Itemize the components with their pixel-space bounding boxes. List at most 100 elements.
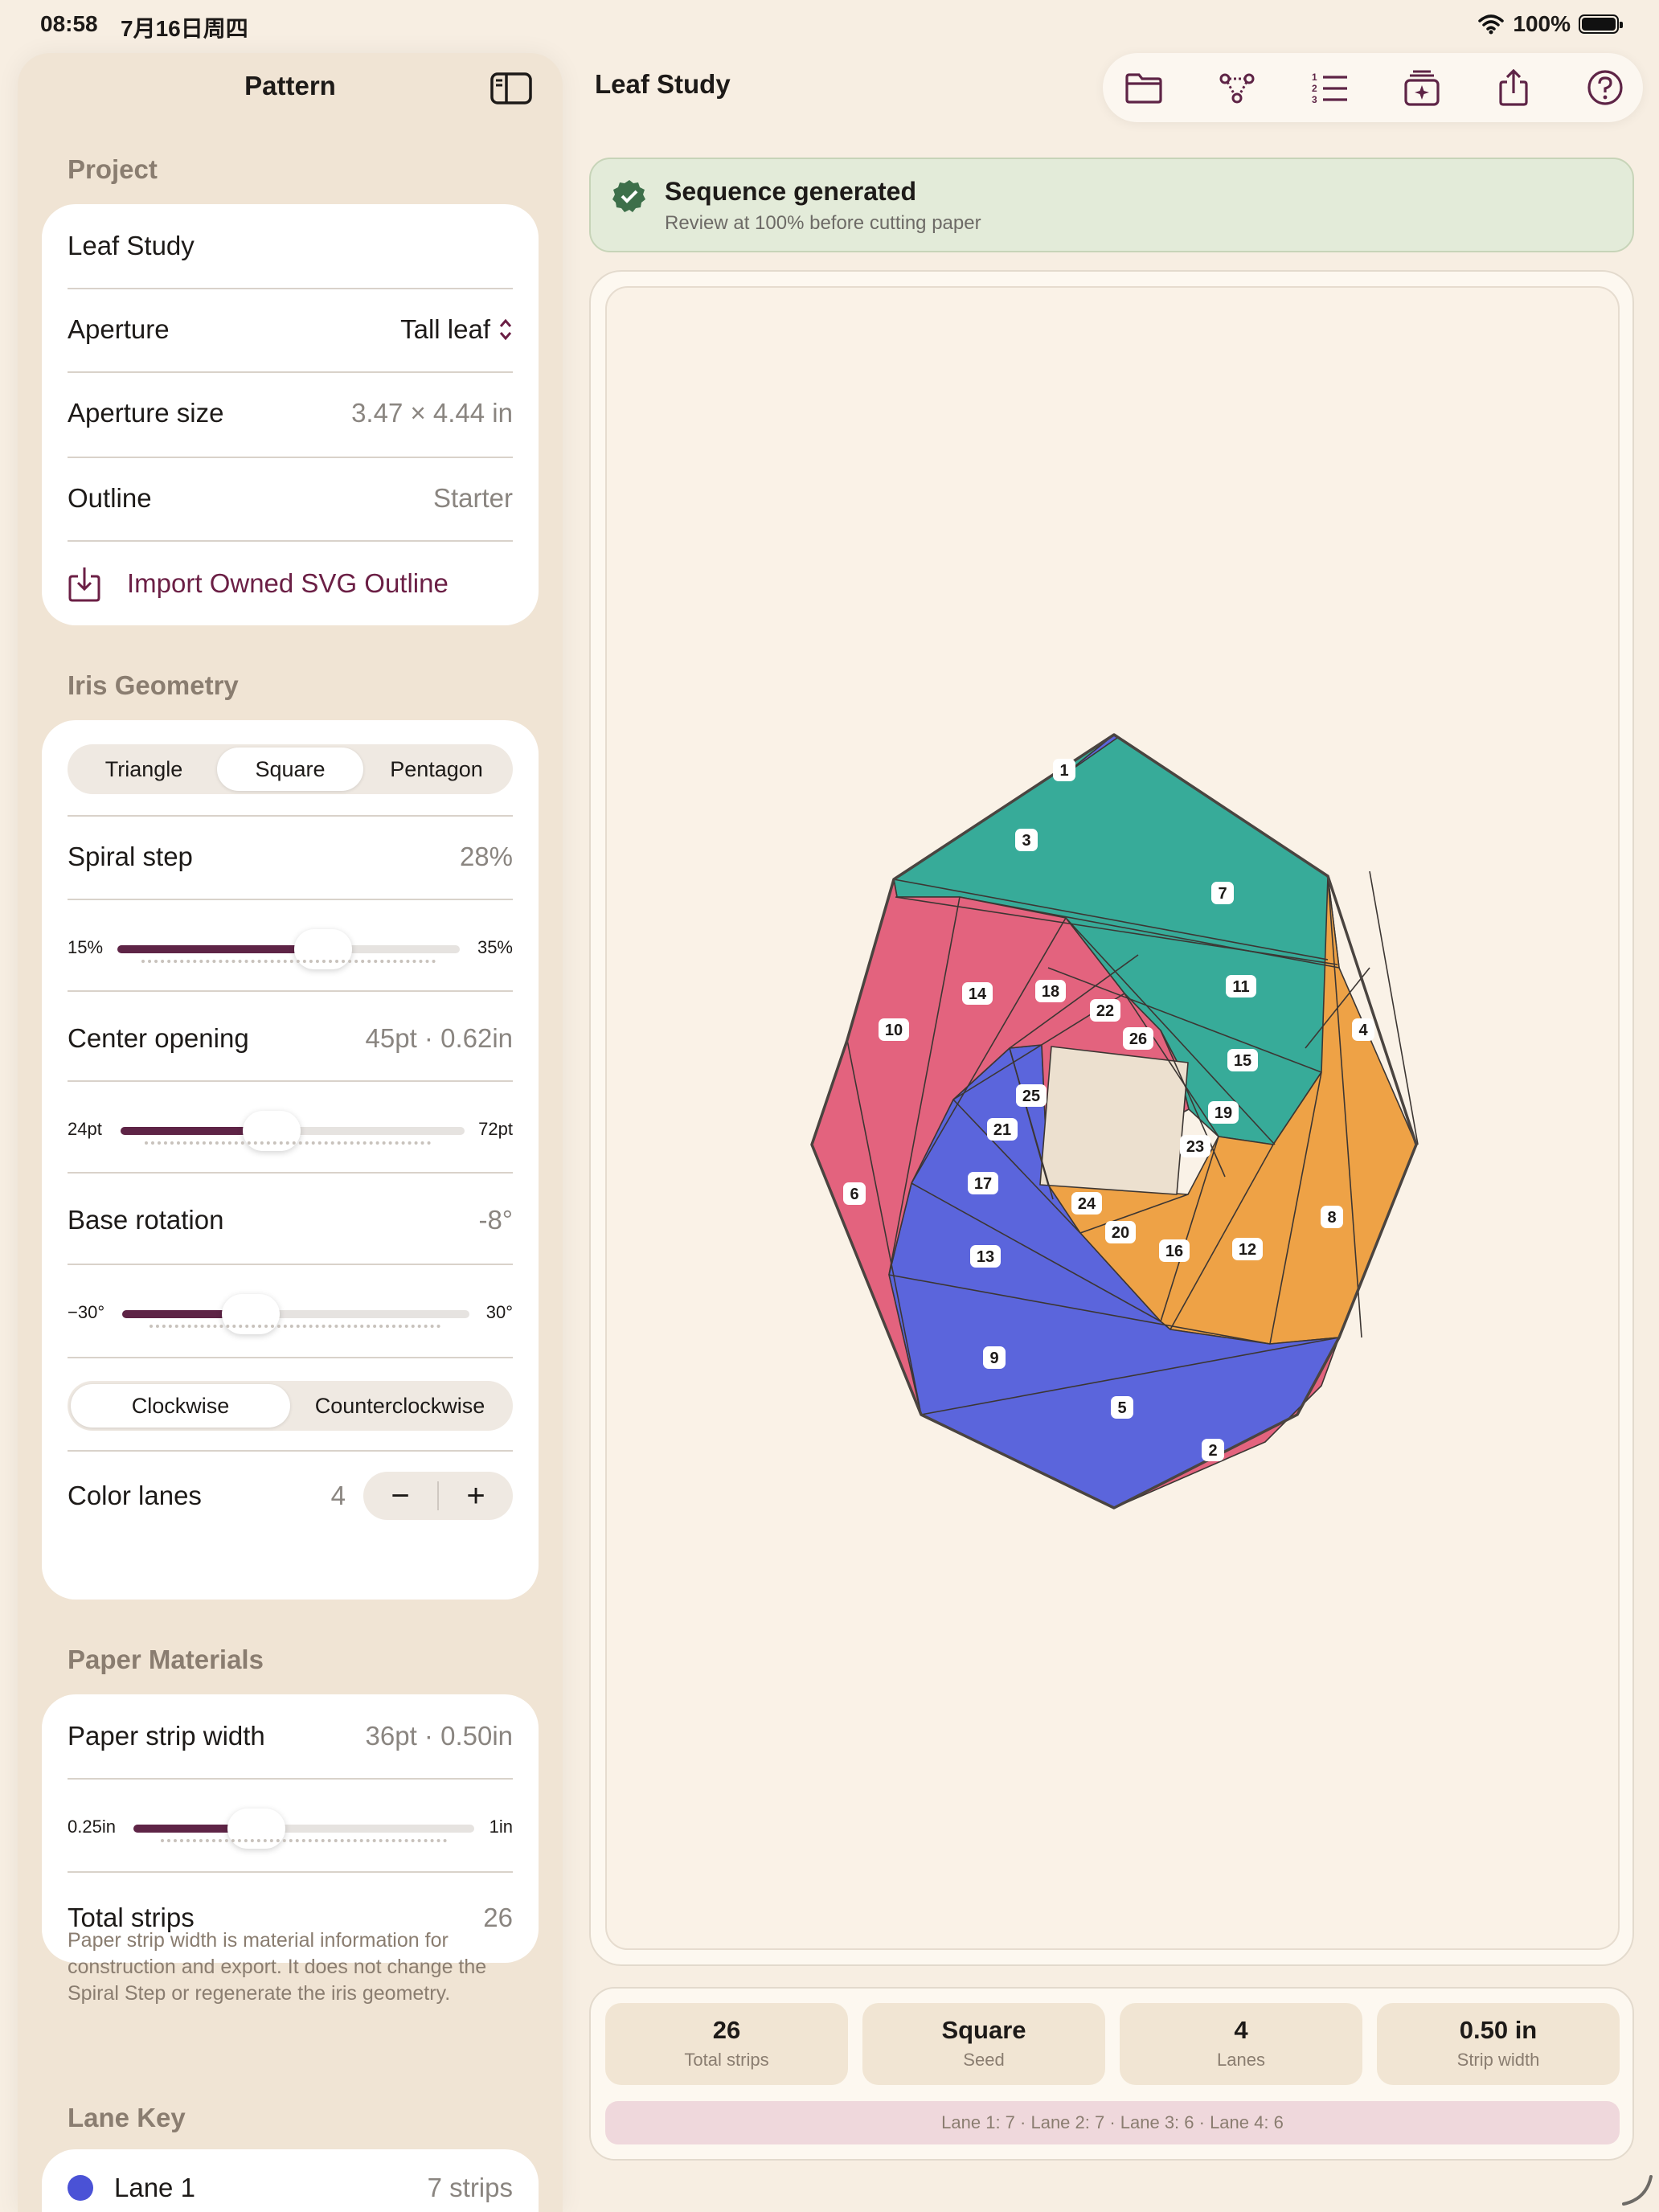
badge-label: 13	[977, 1248, 994, 1266]
paper-materials-section-header: Paper Materials	[68, 1645, 264, 1674]
sidebar-toggle-icon[interactable]	[490, 72, 532, 104]
divider	[68, 1357, 513, 1358]
strip-number-badge[interactable]: 26	[1123, 1027, 1153, 1050]
strip-number-badge[interactable]: 11	[1226, 975, 1256, 997]
spiral-step-row: Spiral step 28%	[68, 834, 513, 879]
badge-label: 1	[1059, 762, 1068, 780]
pattern-canvas: 1 2 3 4 5 6 7 8 9 10 11 12 13 14 15 16 17 18 19 20 21 22 23 24 2…	[589, 270, 1634, 1966]
direction-segmented-control[interactable]: Clockwise Counterclockwise	[68, 1381, 513, 1431]
sparkle-stack-icon[interactable]	[1402, 69, 1442, 106]
slider-knob[interactable]	[293, 929, 352, 969]
lane-label: Lane 1	[114, 2173, 195, 2202]
color-lanes-stepper[interactable]: − +	[363, 1472, 513, 1520]
strip-number-badge[interactable]: 20	[1105, 1221, 1136, 1243]
strip-number-badge[interactable]: 15	[1227, 1049, 1258, 1071]
verified-check-icon	[612, 180, 645, 212]
nodes-icon[interactable]	[1217, 69, 1257, 106]
direction-option-counterclockwise[interactable]: Counterclockwise	[290, 1384, 510, 1428]
strip-number-badge[interactable]: 12	[1232, 1238, 1263, 1260]
aperture-row[interactable]: Aperture Tall leaf	[68, 307, 513, 352]
strip-number-badge[interactable]: 21	[987, 1118, 1018, 1141]
divider	[68, 371, 513, 373]
strip-number-badge[interactable]: 16	[1159, 1239, 1190, 1262]
color-lanes-row: Color lanes 4 − +	[68, 1469, 513, 1522]
center-opening-slider[interactable]: 24pt 72pt	[68, 1106, 513, 1154]
banner-subtitle: Review at 100% before cutting paper	[665, 212, 981, 234]
spiral-step-min: 15%	[68, 937, 104, 957]
slider-knob[interactable]	[221, 1294, 280, 1334]
base-rotation-row: Base rotation -8°	[68, 1198, 513, 1243]
numbered-list-icon[interactable]: 123	[1310, 69, 1350, 106]
paper-materials-card: Paper strip width 36pt · 0.50in 0.25in 1…	[42, 1694, 539, 1963]
badge-label: 20	[1112, 1224, 1129, 1242]
iris-pattern[interactable]: 1234567891011121314151617181920212223242…	[607, 288, 1621, 1952]
stat-seed: Square Seed	[862, 2003, 1105, 2085]
badge-label: 17	[974, 1175, 992, 1193]
divider	[68, 1778, 513, 1780]
status-right: 100%	[1477, 11, 1623, 37]
divider	[68, 899, 513, 900]
decrement-button[interactable]: −	[363, 1472, 437, 1520]
slider-track	[133, 1809, 474, 1849]
base-rotation-min: −30°	[68, 1302, 105, 1322]
chevron-updown-icon	[499, 318, 512, 341]
strip-number-badge[interactable]: 25	[1016, 1084, 1047, 1107]
strip-number-badge[interactable]: 8	[1321, 1206, 1343, 1228]
help-icon[interactable]	[1585, 69, 1625, 106]
shape-option-square[interactable]: Square	[217, 748, 363, 791]
strip-number-badge[interactable]: 24	[1071, 1192, 1102, 1215]
iris-geometry-section-header: Iris Geometry	[68, 670, 239, 700]
strip-number-badge[interactable]: 2	[1202, 1439, 1224, 1461]
folder-icon[interactable]	[1124, 69, 1164, 106]
strip-number-badge[interactable]: 17	[968, 1172, 998, 1194]
slider-knob[interactable]	[227, 1809, 285, 1849]
strip-number-badge[interactable]: 9	[983, 1346, 1006, 1369]
shape-option-triangle[interactable]: Triangle	[71, 748, 217, 791]
lane-key-item: Lane 1 7 strips	[68, 2165, 513, 2210]
badge-label: 21	[993, 1121, 1011, 1139]
aperture-select[interactable]: Tall leaf	[400, 314, 513, 345]
strip-number-badge[interactable]: 22	[1090, 999, 1120, 1022]
strip-number-badge[interactable]: 18	[1035, 980, 1066, 1002]
strip-number-badge[interactable]: 13	[970, 1245, 1001, 1268]
strip-number-badge[interactable]: 4	[1352, 1018, 1374, 1041]
strip-number-badge[interactable]: 10	[879, 1018, 909, 1041]
badge-label: 11	[1232, 978, 1249, 996]
strip-number-badge[interactable]: 6	[843, 1182, 866, 1205]
stat-value: 0.50 in	[1459, 2016, 1538, 2044]
strip-number-badge[interactable]: 1	[1053, 759, 1075, 781]
badge-label: 4	[1358, 1022, 1368, 1039]
import-svg-button[interactable]: Import Owned SVG Outline	[68, 559, 513, 608]
strip-number-badge[interactable]: 14	[962, 982, 993, 1005]
sequence-banner: Sequence generated Review at 100% before…	[589, 158, 1634, 252]
spiral-step-slider[interactable]: 15% 35%	[68, 924, 513, 973]
strip-number-badge[interactable]: 23	[1180, 1135, 1210, 1157]
status-bar: 08:58 7月16日周四 100%	[0, 0, 1659, 51]
badge-label: 12	[1239, 1241, 1256, 1259]
direction-option-clockwise[interactable]: Clockwise	[71, 1384, 290, 1428]
increment-button[interactable]: +	[439, 1472, 513, 1520]
strip-width-slider[interactable]: 0.25in 1in	[68, 1804, 513, 1852]
strip-number-badge[interactable]: 3	[1015, 829, 1038, 851]
project-card: Leaf Study Aperture Tall leaf Aperture s…	[42, 204, 539, 625]
aperture-size-row: Aperture size 3.47 × 4.44 in	[68, 391, 513, 436]
badge-label: 19	[1215, 1104, 1232, 1122]
project-name-row[interactable]: Leaf Study	[68, 223, 513, 268]
strip-width-max: 1in	[489, 1817, 513, 1837]
strip-number-badge[interactable]: 19	[1208, 1101, 1239, 1124]
slider-knob[interactable]	[243, 1111, 301, 1151]
share-icon[interactable]	[1493, 69, 1534, 106]
strip-number-badge[interactable]: 5	[1111, 1396, 1133, 1419]
slider-track	[117, 929, 460, 969]
strip-number-badge[interactable]: 7	[1211, 882, 1234, 904]
shape-segmented-control[interactable]: Triangle Square Pentagon	[68, 744, 513, 794]
pattern-canvas-inner: 1 2 3 4 5 6 7 8 9 10 11 12 13 14 15 16 17 18 19 20 21 22 23 24 2…	[605, 286, 1620, 1950]
strip-width-row: Paper strip width 36pt · 0.50in	[68, 1714, 513, 1759]
document-title: Leaf Study	[595, 69, 731, 99]
shape-option-pentagon[interactable]: Pentagon	[363, 748, 510, 791]
base-rotation-slider[interactable]: −30° 30°	[68, 1289, 513, 1337]
stat-caption: Total strips	[684, 2050, 769, 2070]
summary-panel: 26 Total strips Square Seed 4 Lanes 0.50 in…	[589, 1987, 1634, 2161]
slider-ticks	[145, 1141, 431, 1145]
resize-corner-icon[interactable]	[1617, 2170, 1654, 2207]
